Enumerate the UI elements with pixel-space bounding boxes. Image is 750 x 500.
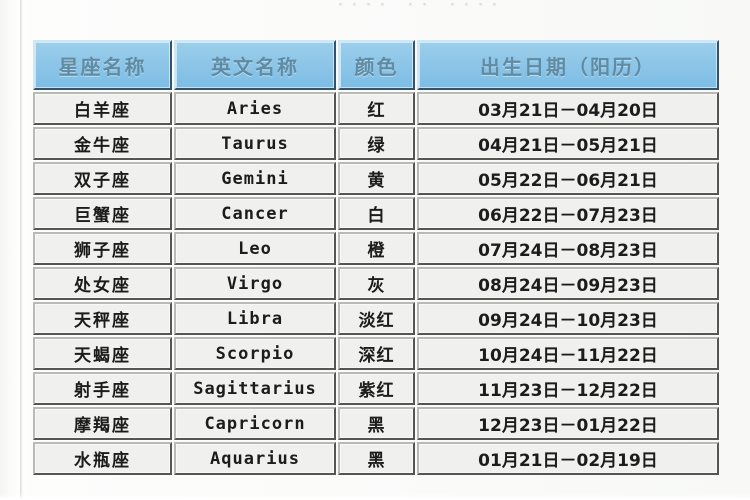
column-header-english-name: 英文名称 (174, 40, 336, 90)
cell-color-name: 橙 (338, 232, 415, 265)
clipped-top-caption: ・・・・ ・・ ・・・・ (335, 0, 503, 11)
column-header-color: 颜色 (338, 40, 415, 90)
zodiac-reference-table: 星座名称 英文名称 颜色 出生日期（阳历） 白羊座 Aries 红 03月21日－04… (31, 38, 721, 477)
cell-english-name: Capricorn (174, 407, 336, 440)
cell-english-name: Sagittarius (174, 372, 336, 405)
table-row: 天蝎座 Scorpio 深红 10月24日－11月22日 (33, 337, 719, 370)
cell-color-name: 紫红 (338, 372, 415, 405)
table-row: 射手座 Sagittarius 紫红 11月23日－12月22日 (33, 372, 719, 405)
table-row: 水瓶座 Aquarius 黑 01月21日－02月19日 (33, 442, 719, 475)
cell-birth-date: 11月23日－12月22日 (417, 372, 719, 405)
column-header-birth-date: 出生日期（阳历） (417, 40, 719, 90)
cell-zodiac-name: 巨蟹座 (33, 197, 172, 230)
cell-english-name: Virgo (174, 267, 336, 300)
table-row: 双子座 Gemini 黄 05月22日－06月21日 (33, 162, 719, 195)
cell-english-name: Aries (174, 92, 336, 125)
table-row: 天秤座 Libra 淡红 09月24日－10月23日 (33, 302, 719, 335)
cell-color-name: 淡红 (338, 302, 415, 335)
cell-zodiac-name: 天秤座 (33, 302, 172, 335)
cell-zodiac-name: 射手座 (33, 372, 172, 405)
cell-english-name: Aquarius (174, 442, 336, 475)
cell-birth-date: 04月21日－05月21日 (417, 127, 719, 160)
cell-color-name: 灰 (338, 267, 415, 300)
cell-color-name: 深红 (338, 337, 415, 370)
cell-zodiac-name: 水瓶座 (33, 442, 172, 475)
cell-english-name: Leo (174, 232, 336, 265)
table-row: 白羊座 Aries 红 03月21日－04月20日 (33, 92, 719, 125)
cell-color-name: 黑 (338, 442, 415, 475)
cell-birth-date: 06月22日－07月23日 (417, 197, 719, 230)
cell-birth-date: 08月24日－09月23日 (417, 267, 719, 300)
scan-seam-artifact (20, 0, 23, 500)
table-row: 处女座 Virgo 灰 08月24日－09月23日 (33, 267, 719, 300)
cell-english-name: Libra (174, 302, 336, 335)
table-row: 摩羯座 Capricorn 黑 12月23日－01月22日 (33, 407, 719, 440)
table-row: 狮子座 Leo 橙 07月24日－08月23日 (33, 232, 719, 265)
cell-birth-date: 09月24日－10月23日 (417, 302, 719, 335)
cell-english-name: Taurus (174, 127, 336, 160)
cell-english-name: Scorpio (174, 337, 336, 370)
cell-birth-date: 03月21日－04月20日 (417, 92, 719, 125)
cell-birth-date: 10月24日－11月22日 (417, 337, 719, 370)
cell-birth-date: 12月23日－01月22日 (417, 407, 719, 440)
cell-birth-date: 01月21日－02月19日 (417, 442, 719, 475)
column-header-zodiac-name: 星座名称 (33, 40, 172, 90)
cell-birth-date: 07月24日－08月23日 (417, 232, 719, 265)
cell-zodiac-name: 狮子座 (33, 232, 172, 265)
cell-zodiac-name: 白羊座 (33, 92, 172, 125)
cell-zodiac-name: 处女座 (33, 267, 172, 300)
table-row: 巨蟹座 Cancer 白 06月22日－07月23日 (33, 197, 719, 230)
cell-color-name: 绿 (338, 127, 415, 160)
cell-color-name: 白 (338, 197, 415, 230)
table-header: 星座名称 英文名称 颜色 出生日期（阳历） (33, 40, 719, 90)
cell-english-name: Cancer (174, 197, 336, 230)
table-row: 金牛座 Taurus 绿 04月21日－05月21日 (33, 127, 719, 160)
cell-zodiac-name: 双子座 (33, 162, 172, 195)
cell-color-name: 黑 (338, 407, 415, 440)
cell-color-name: 黄 (338, 162, 415, 195)
cell-birth-date: 05月22日－06月21日 (417, 162, 719, 195)
cell-color-name: 红 (338, 92, 415, 125)
cell-zodiac-name: 摩羯座 (33, 407, 172, 440)
cell-zodiac-name: 天蝎座 (33, 337, 172, 370)
table-body: 白羊座 Aries 红 03月21日－04月20日 金牛座 Taurus 绿 04月21日－0… (33, 92, 719, 475)
cell-english-name: Gemini (174, 162, 336, 195)
cell-zodiac-name: 金牛座 (33, 127, 172, 160)
header-row: 星座名称 英文名称 颜色 出生日期（阳历） (33, 40, 719, 90)
